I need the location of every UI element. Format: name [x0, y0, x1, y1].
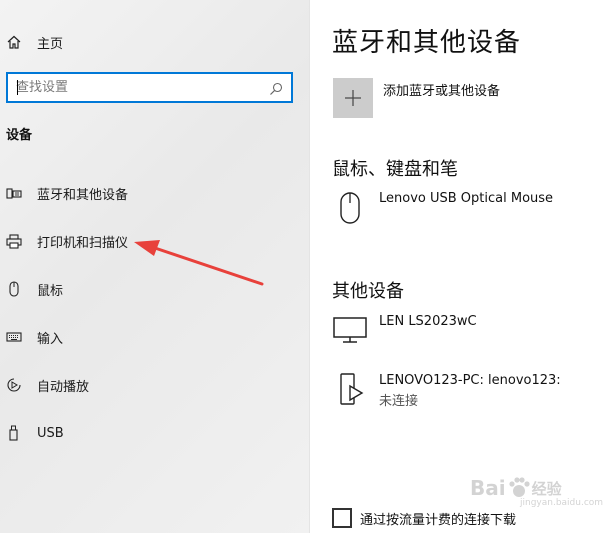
- text-caret: [17, 80, 18, 95]
- home-icon: [6, 34, 22, 50]
- monitor-icon: [332, 313, 368, 349]
- device-status: 未连接: [379, 394, 419, 409]
- main-content: 蓝牙和其他设备 添加蓝牙或其他设备 鼠标、键盘和笔 Lenovo USB Opt…: [310, 0, 605, 533]
- other-section-title: 其他设备: [332, 281, 404, 302]
- metered-label: 通过按流量计费的连接下载: [360, 512, 517, 528]
- watermark-text: Bai: [470, 476, 506, 500]
- mouse-section-title: 鼠标、键盘和笔: [332, 159, 458, 180]
- device-name: LENOVO123-PC: lenovo123:: [379, 373, 561, 388]
- watermark-text-2: 经验: [531, 479, 562, 498]
- add-device-button[interactable]: [333, 78, 373, 118]
- baidu-watermark: Bai 经验 jingyan.baidu.com: [470, 470, 603, 508]
- section-title: 设备: [6, 128, 33, 143]
- printer-icon: [6, 233, 22, 249]
- sidebar-item-label: 蓝牙和其他设备: [37, 187, 129, 203]
- annotation-arrow: [134, 240, 264, 286]
- mouse-icon: [332, 190, 368, 226]
- device-name: LEN LS2023wC: [379, 314, 477, 329]
- sidebar-item-label: 打印机和扫描仪: [37, 235, 129, 251]
- search-box[interactable]: [6, 72, 293, 103]
- device-item[interactable]: Lenovo USB Optical Mouse: [332, 190, 553, 226]
- keyboard-icon: [6, 329, 22, 345]
- sidebar-item-autoplay[interactable]: 自动播放: [6, 373, 296, 397]
- device-name: Lenovo USB Optical Mouse: [379, 191, 554, 206]
- sidebar-item-label: 鼠标: [37, 283, 64, 299]
- plus-icon: [345, 90, 361, 106]
- home-label: 主页: [37, 36, 64, 52]
- bluetooth-devices-icon: [6, 185, 22, 201]
- sidebar-item-usb[interactable]: USB: [6, 421, 296, 445]
- watermark-url: jingyan.baidu.com: [520, 498, 604, 508]
- usb-icon: [6, 425, 22, 441]
- add-device-label[interactable]: 添加蓝牙或其他设备: [383, 80, 500, 99]
- sidebar-item-input[interactable]: 输入: [6, 325, 296, 349]
- sidebar-item-label: USB: [37, 425, 64, 441]
- metered-download-option[interactable]: 通过按流量计费的连接下载: [332, 508, 516, 528]
- sidebar-item-label: 输入: [37, 331, 64, 347]
- search-icon[interactable]: [269, 81, 283, 95]
- media-device-icon: [332, 372, 368, 408]
- autoplay-icon: [6, 377, 22, 393]
- device-item[interactable]: LENOVO123-PC: lenovo123: 未连接: [332, 372, 561, 411]
- sidebar: 主页 设备 蓝牙和其他设备 打印机和扫描仪 鼠标 输入: [0, 0, 310, 533]
- mouse-icon: [6, 281, 22, 297]
- metered-checkbox[interactable]: [332, 508, 352, 528]
- page-title: 蓝牙和其他设备: [332, 28, 522, 58]
- home-link[interactable]: 主页: [6, 30, 63, 54]
- device-item[interactable]: LEN LS2023wC: [332, 313, 477, 349]
- sidebar-item-bluetooth[interactable]: 蓝牙和其他设备: [6, 181, 296, 205]
- search-input[interactable]: [16, 80, 256, 95]
- sidebar-item-label: 自动播放: [37, 379, 90, 395]
